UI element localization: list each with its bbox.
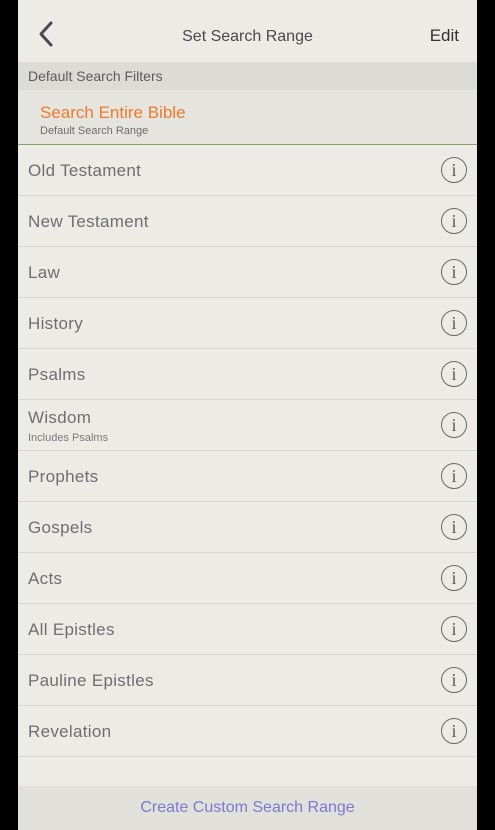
range-row[interactable]: Law i [18, 247, 477, 298]
default-range-subtitle: Default Search Range [40, 125, 149, 137]
info-icon[interactable]: i [441, 310, 467, 336]
info-icon[interactable]: i [441, 667, 467, 693]
info-icon[interactable]: i [441, 412, 467, 438]
range-row[interactable]: Revelation i [18, 706, 477, 757]
range-label: Wisdom [28, 408, 92, 427]
info-icon[interactable]: i [441, 616, 467, 642]
range-row[interactable]: Acts i [18, 553, 477, 604]
range-row[interactable]: Wisdom Includes Psalms i [18, 400, 477, 451]
range-label: History [28, 314, 83, 333]
info-icon[interactable]: i [441, 361, 467, 387]
range-row[interactable]: New Testament i [18, 196, 477, 247]
navigation-bar: Set Search Range Edit [18, 0, 477, 62]
section-header-label: Default Search Filters [28, 68, 163, 84]
range-label: Pauline Epistles [28, 671, 154, 690]
range-label: Gospels [28, 518, 93, 537]
edit-button[interactable]: Edit [430, 26, 459, 46]
info-icon[interactable]: i [441, 514, 467, 540]
info-icon[interactable]: i [441, 463, 467, 489]
info-icon[interactable]: i [441, 259, 467, 285]
page-title: Set Search Range [182, 28, 313, 45]
info-icon[interactable]: i [441, 208, 467, 234]
info-icon[interactable]: i [441, 157, 467, 183]
range-label: Prophets [28, 467, 99, 486]
range-label: Revelation [28, 722, 112, 741]
range-label: Old Testament [28, 161, 142, 180]
range-label: New Testament [28, 212, 149, 231]
info-icon[interactable]: i [441, 718, 467, 744]
range-label: Law [28, 263, 61, 282]
create-custom-range-label: Create Custom Search Range [140, 799, 355, 816]
screen: Set Search Range Edit Default Search Fil… [18, 0, 477, 830]
range-sublabel: Includes Psalms [28, 432, 109, 444]
range-label: Psalms [28, 365, 86, 384]
search-range-list: Old Testament i New Testament i Law i History i… [18, 145, 477, 757]
create-custom-range-button[interactable]: Create Custom Search Range [18, 786, 477, 830]
range-label: Acts [28, 569, 63, 588]
range-row[interactable]: Psalms i [18, 349, 477, 400]
info-icon[interactable]: i [441, 565, 467, 591]
section-header: Default Search Filters [18, 62, 477, 90]
range-label: All Epistles [28, 620, 115, 639]
range-row[interactable]: Pauline Epistles i [18, 655, 477, 706]
default-range-title: Search Entire Bible [40, 103, 186, 122]
range-row[interactable]: All Epistles i [18, 604, 477, 655]
range-row[interactable]: Old Testament i [18, 145, 477, 196]
default-range-row[interactable]: Search Entire Bible Default Search Range [18, 90, 477, 145]
range-row[interactable]: History i [18, 298, 477, 349]
range-row[interactable]: Prophets i [18, 451, 477, 502]
range-row[interactable]: Gospels i [18, 502, 477, 553]
